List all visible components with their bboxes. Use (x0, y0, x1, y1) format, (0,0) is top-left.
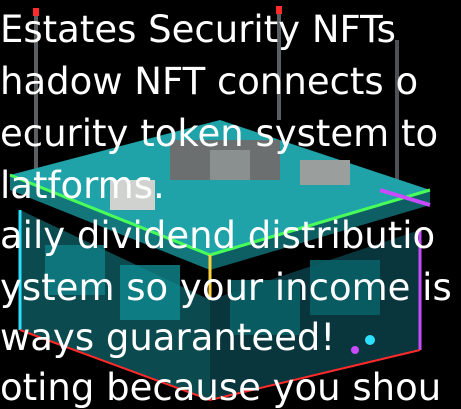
overlay-text-line-2: hadow NFT connects o (0, 60, 419, 103)
overlay-text-line-7: ways guaranteed! (0, 316, 336, 359)
overlay-text-line-5: aily dividend distributio (0, 214, 436, 257)
overlay-text-line-3: ecurity token system to (0, 112, 439, 155)
overlay-text-line-1: Estates Security NFTs (0, 8, 396, 51)
overlay-text-line-8: oting because you shou (0, 366, 442, 409)
overlay-text-line-6: ystem so your income is (0, 266, 452, 309)
overlay-text-line-4: latforms. (0, 164, 165, 207)
